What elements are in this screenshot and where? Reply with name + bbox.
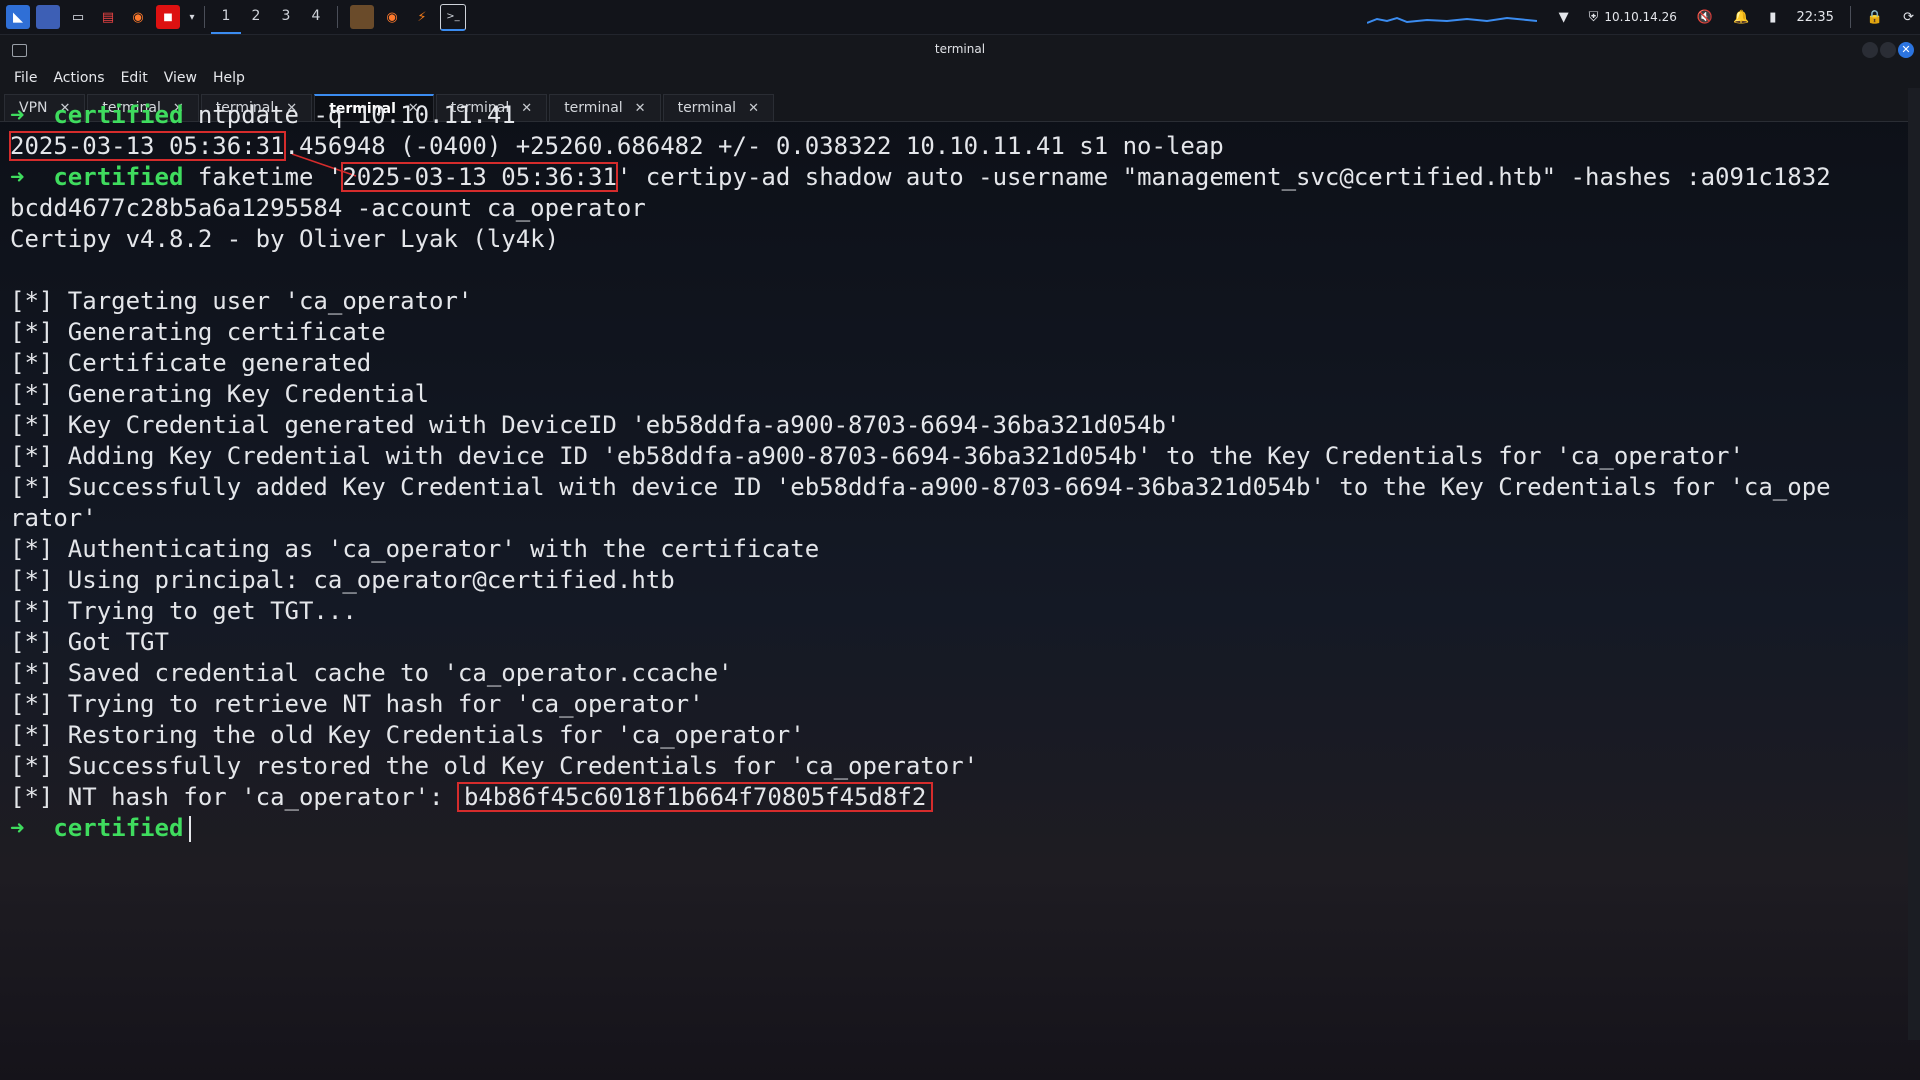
window-titlebar[interactable]: terminal ✕ — [0, 35, 1920, 65]
clock[interactable]: 22:35 — [1796, 10, 1833, 25]
command-text: faketime ' — [183, 163, 343, 191]
terminal-window-icon[interactable]: >_ — [440, 3, 466, 31]
mute-icon[interactable]: 🔇 — [1697, 10, 1713, 25]
output-line: [*] Targeting user 'ca_operator' — [10, 287, 473, 315]
output-line: [*] Got TGT — [10, 628, 169, 656]
file-manager-icon[interactable]: ▭ — [66, 5, 90, 29]
workspace-2[interactable]: 2 — [241, 0, 271, 34]
panel-divider — [337, 6, 338, 28]
menu-edit[interactable]: Edit — [121, 70, 148, 86]
menu-actions[interactable]: Actions — [53, 70, 104, 86]
nt-hash-line: [*] NT hash for 'ca_operator': b4b86f45c… — [10, 782, 934, 813]
burp-window-icon[interactable]: ⚡ — [410, 5, 434, 29]
prompt-line: ➜ certified ntpdate -q 10.10.11.41 — [10, 100, 516, 131]
system-panel: ◣ ▭ ▤ ◉ ■ ▾ 1 2 3 4 ◉ ⚡ >_ ▼ ⛨ 10.10.14.… — [0, 0, 1920, 35]
firefox-icon[interactable]: ◉ — [126, 5, 150, 29]
highlight-faketime: 2025-03-13 05:36:31 — [341, 162, 618, 192]
workspace-3[interactable]: 3 — [271, 0, 301, 34]
prompt-line: ➜ certified — [10, 813, 192, 844]
highlight-nt-hash: b4b86f45c6018f1b664f70805f45d8f2 — [456, 782, 934, 812]
output-line: [*] Generating Key Credential — [10, 380, 430, 408]
ntp-output-line: 2025-03-13 05:36:31.456948 (-0400) +2526… — [9, 131, 1224, 162]
output-line: [*] Certificate generated — [10, 349, 372, 377]
lock-icon[interactable]: 🔒 — [1867, 10, 1883, 25]
output-line: rator' — [10, 504, 97, 532]
vpn-icon[interactable]: ⛨ — [1589, 10, 1599, 25]
scrollbar[interactable] — [1908, 88, 1920, 1040]
workspace-4[interactable]: 4 — [301, 0, 331, 34]
desktop-icon[interactable] — [36, 5, 60, 29]
menu-file[interactable]: File — [14, 70, 37, 86]
app-menu-icon[interactable]: ◣ — [6, 5, 30, 29]
prompt-dir: certified — [53, 101, 184, 129]
close-button[interactable]: ✕ — [1898, 42, 1914, 58]
terminal-output[interactable]: ➜ certified ntpdate -q 10.10.11.41 2025-… — [0, 88, 1904, 1040]
banner-line: Certipy v4.8.2 - by Oliver Lyak (ly4k) — [10, 225, 560, 253]
text-cursor — [189, 816, 192, 842]
panel-divider — [1849, 6, 1851, 28]
output-line: [*] Saved credential cache to 'ca_operat… — [10, 659, 733, 687]
battery-icon[interactable]: ▮ — [1769, 10, 1776, 25]
window-title: terminal — [934, 42, 986, 56]
notification-icon[interactable]: 🔔 — [1733, 10, 1749, 25]
system-tray: ▼ ⛨ 10.10.14.26 🔇 🔔 ▮ 22:35 🔒 ⟳ — [1366, 0, 1920, 34]
prompt-dir: certified — [53, 163, 184, 191]
red-app-icon[interactable]: ■ — [156, 5, 180, 29]
output-line: [*] Successfully added Key Credential wi… — [10, 473, 1831, 501]
firefox-window-icon[interactable]: ◉ — [380, 5, 404, 29]
output-line: [*] Authenticating as 'ca_operator' with… — [10, 535, 820, 563]
text-editor-icon[interactable]: ▤ — [96, 5, 120, 29]
panel-divider — [204, 6, 205, 28]
highlight-ntp-time: 2025-03-13 05:36:31 — [9, 131, 286, 161]
menu-view[interactable]: View — [164, 70, 197, 86]
output-line: [*] Using principal: ca_operator@certifi… — [10, 566, 675, 594]
output-line: [*] Generating certificate — [10, 318, 386, 346]
ip-address: 10.10.14.26 — [1604, 10, 1677, 24]
output-line: [*] Adding Key Credential with device ID… — [10, 442, 1744, 470]
command-wrap-line: bcdd4677c28b5a6a1295584 -account ca_oper… — [10, 194, 646, 222]
ntp-rest: .456948 (-0400) +25260.686482 +/- 0.0383… — [284, 132, 1224, 160]
command-text: ' certipy-ad shadow auto -username "mana… — [616, 163, 1831, 191]
chevron-down-icon[interactable]: ▾ — [186, 5, 198, 29]
prompt-dir: certified — [53, 814, 184, 842]
workspace-1[interactable]: 1 — [211, 0, 241, 34]
wifi-icon[interactable]: ▼ — [1559, 10, 1569, 25]
app-window-icon[interactable] — [350, 5, 374, 29]
refresh-icon[interactable]: ⟳ — [1903, 10, 1914, 25]
prompt-arrow: ➜ — [10, 101, 25, 129]
command-text: ntpdate -q 10.10.11.41 — [183, 101, 516, 129]
output-line: [*] Successfully restored the old Key Cr… — [10, 752, 979, 780]
prompt-arrow: ➜ — [10, 814, 25, 842]
output-line: [*] Key Credential generated with Device… — [10, 411, 1181, 439]
menu-help[interactable]: Help — [213, 70, 245, 86]
prompt-arrow: ➜ — [10, 163, 25, 191]
output-line: [*] Trying to retrieve NT hash for 'ca_o… — [10, 690, 704, 718]
minimize-button[interactable] — [1862, 42, 1878, 58]
maximize-button[interactable] — [1880, 42, 1896, 58]
prompt-line: ➜ certified faketime '2025-03-13 05:36:3… — [10, 162, 1831, 193]
nt-hash-prefix: [*] NT hash for 'ca_operator': — [10, 783, 458, 811]
output-line: [*] Restoring the old Key Credentials fo… — [10, 721, 805, 749]
output-line: [*] Trying to get TGT... — [10, 597, 357, 625]
cpu-graph — [1366, 16, 1537, 24]
